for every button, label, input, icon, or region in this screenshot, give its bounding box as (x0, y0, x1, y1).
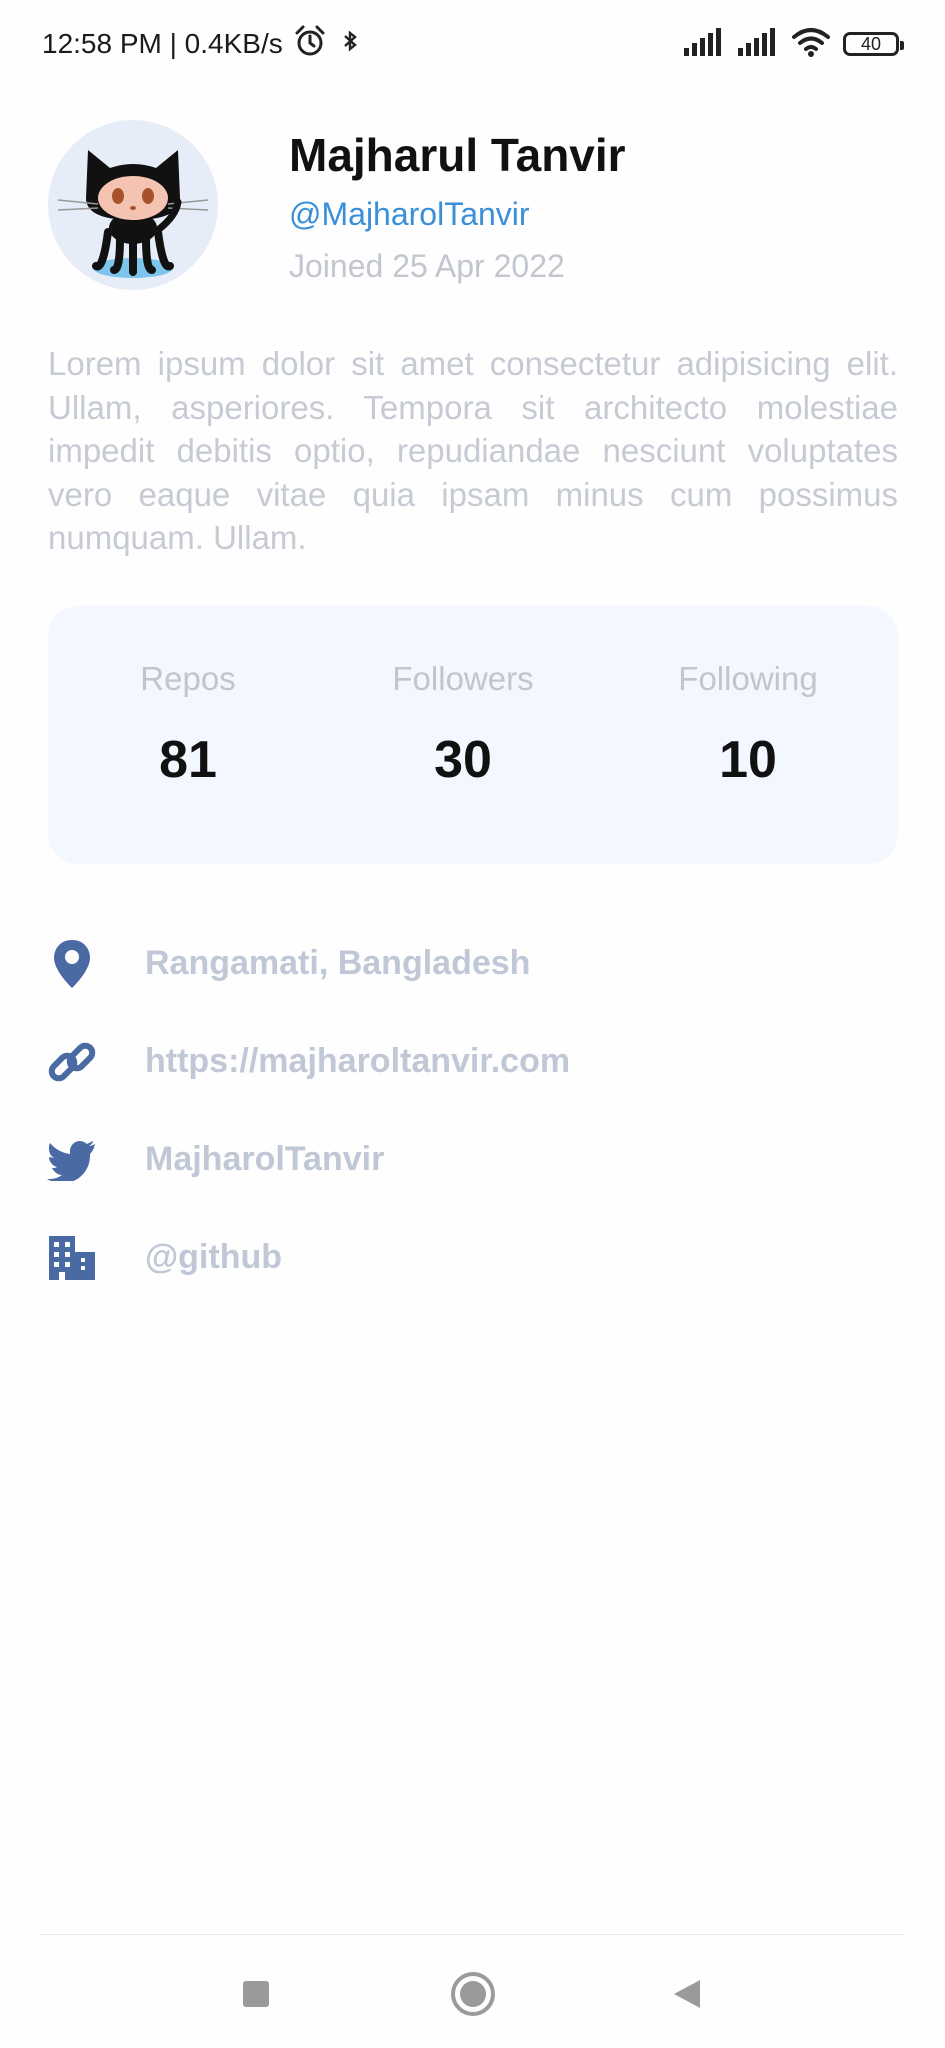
signal-icon-2 (737, 27, 779, 62)
info-website[interactable]: https://majharoltanvir.com (44, 1034, 864, 1090)
location-pin-icon (44, 936, 100, 992)
website-link[interactable]: https://majharoltanvir.com (145, 1042, 570, 1081)
battery-level: 40 (860, 33, 882, 54)
nav-divider (40, 1934, 905, 1935)
back-triangle-icon[interactable] (657, 1964, 717, 2024)
stat-value: 30 (434, 731, 492, 789)
bluetooth-icon (337, 28, 363, 61)
avatar (48, 120, 218, 290)
joined-date: Joined 25 Apr 2022 (289, 248, 565, 284)
octocat-avatar (57, 150, 209, 278)
home-circle-icon[interactable] (443, 1964, 503, 2024)
link-icon (44, 1034, 100, 1090)
building-icon (44, 1230, 100, 1286)
status-right: 40 (683, 24, 904, 64)
recents-square-icon[interactable] (226, 1964, 286, 2024)
profile-handle[interactable]: @MajharolTanvir (289, 196, 530, 233)
status-bar: 12:58 PM | 0.4KB/s 40 (0, 0, 945, 88)
stat-label: Following (678, 660, 818, 697)
twitter-handle[interactable]: MajharolTanvir (145, 1140, 384, 1179)
stat-value: 81 (159, 731, 217, 789)
stat-label: Repos (140, 660, 236, 697)
alarm-icon (293, 24, 327, 65)
stats-card: Repos 81 Followers 30 Following 10 (48, 606, 898, 864)
stat-label: Followers (392, 660, 534, 697)
info-location: Rangamati, Bangladesh (44, 936, 864, 992)
status-time: 12:58 PM | 0.4KB/s (42, 28, 283, 59)
info-twitter[interactable]: MajharolTanvir (44, 1132, 864, 1188)
profile-name: Majharul Tanvir (289, 129, 626, 181)
location-text: Rangamati, Bangladesh (145, 944, 531, 982)
status-left: 12:58 PM | 0.4KB/s (42, 24, 363, 64)
battery-icon: 40 (843, 32, 904, 56)
company-text: @github (145, 1238, 282, 1276)
wifi-icon (791, 26, 831, 63)
signal-icon (683, 27, 725, 62)
twitter-icon (44, 1132, 100, 1188)
stat-value: 10 (719, 731, 777, 789)
info-company: @github (44, 1230, 864, 1286)
profile-bio: Lorem ipsum dolor sit amet consectetur a… (48, 345, 898, 556)
